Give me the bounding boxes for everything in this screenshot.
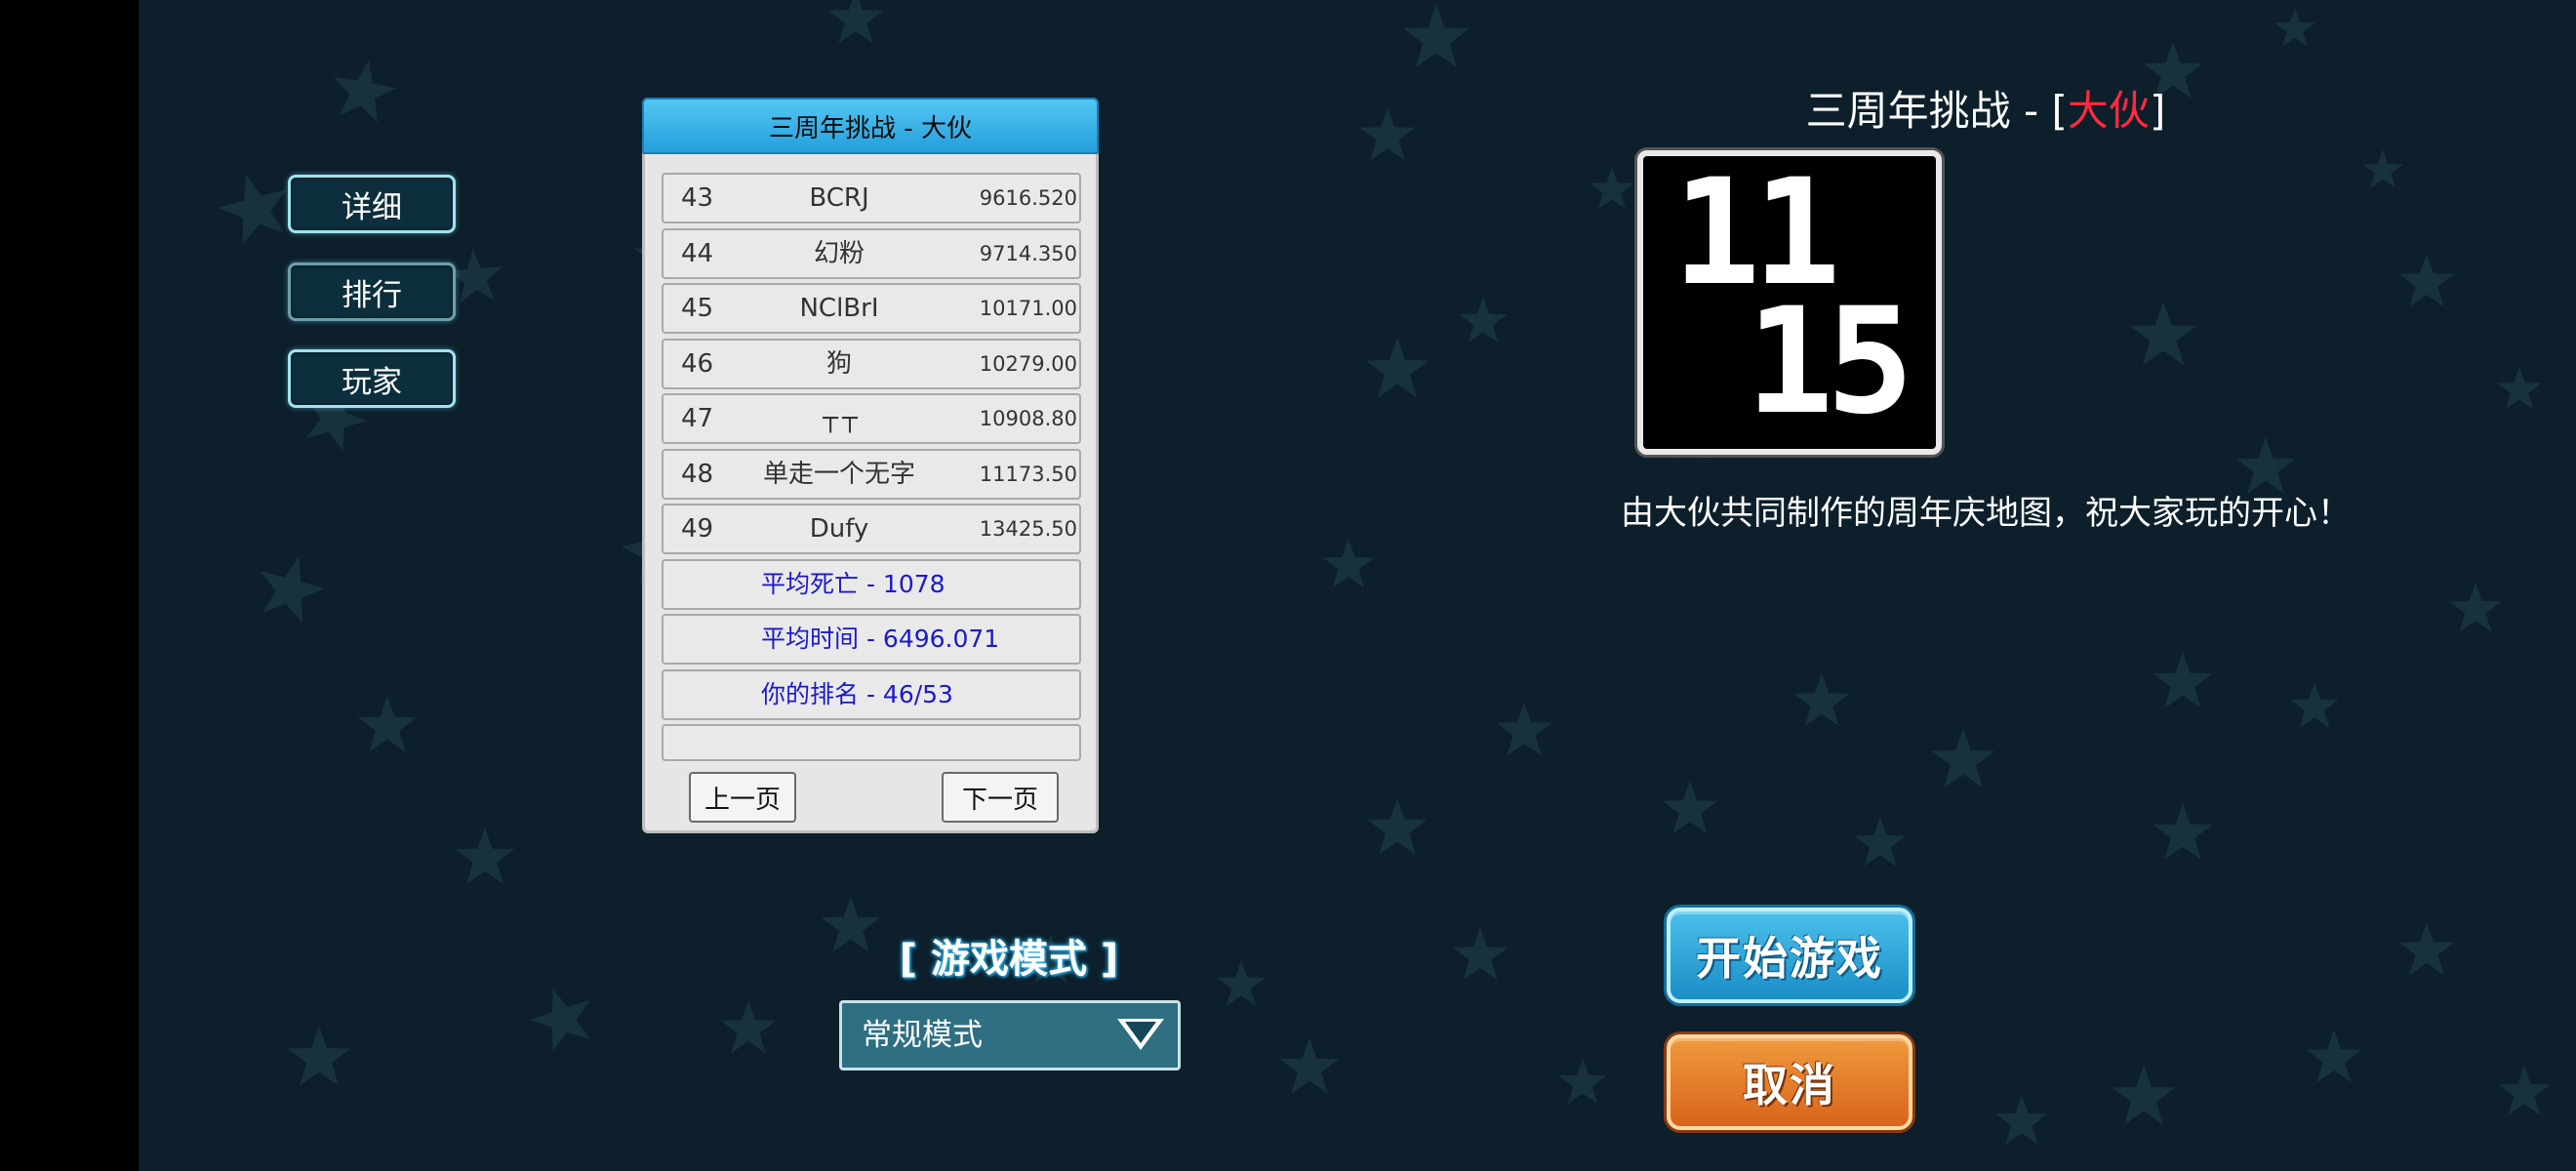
thumbnail-line-2: 15: [1746, 277, 1907, 447]
prev-page-button[interactable]: 上一页: [689, 772, 796, 823]
avg-deaths-text: 平均死亡 - 1078: [761, 569, 946, 598]
leaderboard-title: 三周年挑战 - 大伙: [642, 98, 1099, 154]
star-background: [212, 0, 2551, 1145]
row-score: 10171.00: [979, 297, 1077, 320]
game-mode-label: [ 游戏模式 ]: [899, 937, 1119, 982]
row-rank: 44: [681, 238, 714, 268]
row-player-name: ┬ ┬: [823, 404, 858, 433]
leaderboard-row: 47 ┬ ┬ 10908.80: [662, 393, 1081, 444]
row-score: 11173.50: [979, 462, 1077, 486]
stat-row-your-rank: 你的排名 - 46/53: [662, 668, 1081, 720]
stat-row-avg-deaths: 平均死亡 - 1078: [662, 558, 1081, 610]
avg-time-text: 平均时间 - 6496.071: [761, 625, 1000, 653]
row-score: 10279.00: [979, 351, 1077, 376]
leaderboard-panel: 三周年挑战 - 大伙 43 BCRJ 9616.520 44 幻粉 9714.3…: [642, 98, 1099, 833]
game-screen: [139, 0, 2576, 1171]
your-rank-text: 你的排名 - 46/53: [761, 679, 953, 708]
leaderboard-row: 46 狗 10279.00: [662, 338, 1081, 389]
tab-players[interactable]: 玩家: [288, 349, 456, 408]
map-title-highlight: 大伙: [2067, 87, 2150, 135]
dropdown-arrow-icon: [1117, 1019, 1164, 1050]
map-thumbnail-image: 11 15: [1672, 148, 1914, 447]
game-mode-dropdown[interactable]: 常规模式: [839, 1000, 1181, 1070]
leaderboard-rows: 43 BCRJ 9616.520 44 幻粉 9714.350 45 NClBr…: [662, 173, 1081, 766]
cancel-button[interactable]: 取消: [1667, 1034, 1912, 1130]
leaderboard-empty-row: [662, 724, 1081, 761]
map-title-prefix: 三周年挑战 - [: [1805, 87, 2068, 135]
stat-row-avg-time: 平均时间 - 6496.071: [662, 614, 1081, 665]
row-player-name: NClBrI: [799, 294, 879, 323]
row-rank: 43: [681, 183, 714, 213]
row-score: 9714.350: [979, 241, 1077, 265]
leaderboard-row: 49 Dufy 13425.50: [662, 504, 1081, 554]
row-player-name: 幻粉: [813, 238, 865, 268]
left-black-bar: [0, 0, 139, 1171]
row-player-name: Dufy: [809, 514, 869, 544]
row-rank: 47: [681, 404, 714, 433]
row-rank: 45: [681, 294, 714, 323]
tab-detail[interactable]: 详细: [288, 175, 456, 233]
row-rank: 49: [681, 514, 714, 544]
leaderboard-row: 45 NClBrI 10171.00: [662, 283, 1081, 334]
row-player-name: 单走一个无字: [762, 459, 915, 489]
row-rank: 46: [681, 348, 714, 379]
next-page-button[interactable]: 下一页: [942, 772, 1059, 823]
row-rank: 48: [681, 459, 714, 489]
leaderboard-row: 43 BCRJ 9616.520: [662, 173, 1081, 223]
game-mode-selected: 常规模式: [862, 1018, 983, 1053]
row-player-name: BCRJ: [809, 183, 869, 213]
tab-ranking[interactable]: 排行: [288, 262, 456, 321]
row-score: 10908.80: [979, 407, 1077, 430]
start-game-button[interactable]: 开始游戏: [1667, 908, 1912, 1003]
map-title: 三周年挑战 - [大伙]: [1464, 78, 2508, 138]
map-description: 由大伙共同制作的周年庆地图，祝大家玩的开心！: [1621, 494, 2351, 533]
leaderboard-row: 48 单走一个无字 11173.50: [662, 448, 1081, 500]
row-score: 13425.50: [979, 517, 1077, 541]
map-title-suffix: ]: [2149, 87, 2166, 135]
leaderboard-row: 44 幻粉 9714.350: [662, 227, 1081, 279]
map-thumbnail: 11 15: [1637, 148, 1942, 455]
row-score: 9616.520: [979, 186, 1077, 210]
row-player-name: 狗: [825, 348, 852, 379]
